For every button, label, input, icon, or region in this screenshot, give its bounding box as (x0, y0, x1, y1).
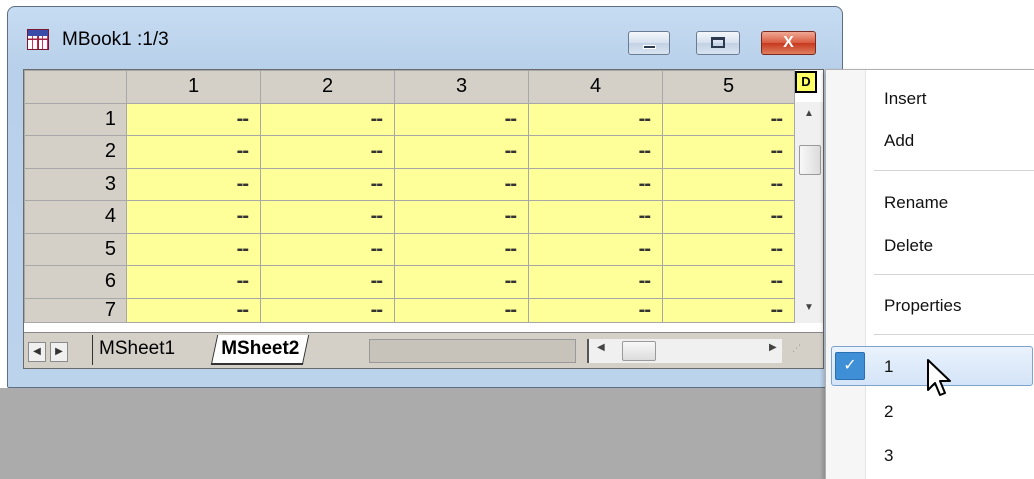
table-row: 4 -- -- -- -- -- (24, 200, 795, 234)
sheet-tab-label: MSheet2 (221, 338, 300, 359)
grid-cell[interactable]: -- (662, 200, 795, 234)
menu-item-sheet-1[interactable]: 1 (884, 357, 893, 377)
vertical-scroll-thumb[interactable] (799, 145, 821, 175)
menu-item-sheet-3[interactable]: 3 (884, 446, 893, 466)
column-header[interactable]: 2 (260, 70, 395, 104)
mouse-cursor-icon (927, 359, 951, 396)
scroll-left-icon[interactable]: ◀ (28, 342, 46, 362)
grid-cell[interactable]: -- (662, 102, 795, 136)
grid-cell[interactable]: -- (260, 102, 395, 136)
grid-cell[interactable]: -- (528, 135, 663, 169)
row-header[interactable]: 7 (24, 297, 127, 323)
scroll-left-icon[interactable]: ◀ (597, 342, 605, 353)
worksheet-grid: 1 2 3 4 5 1 -- -- -- -- -- 2 -- -- -- --… (24, 70, 795, 323)
menu-item-insert[interactable]: Insert (884, 89, 927, 109)
table-row: 7 -- -- -- -- -- (24, 297, 795, 323)
grid-cell[interactable]: -- (394, 265, 529, 299)
vertical-scrollbar[interactable]: ▲ ▼ (795, 102, 823, 323)
menu-item-properties[interactable]: Properties (884, 296, 961, 316)
worksheet-icon (27, 29, 49, 50)
grid-cell[interactable]: -- (126, 232, 261, 266)
grid-cell[interactable]: -- (528, 297, 663, 323)
grid-cell[interactable]: -- (126, 135, 261, 169)
maximize-button[interactable] (696, 31, 740, 55)
grid-cell[interactable]: -- (126, 102, 261, 136)
grid-cell[interactable]: -- (662, 265, 795, 299)
grid-cell[interactable]: -- (260, 200, 395, 234)
row-header[interactable]: 6 (24, 265, 127, 299)
grid-cell[interactable]: -- (528, 265, 663, 299)
row-header[interactable]: 3 (24, 167, 127, 201)
sheet-context-menu: Insert Add Rename Delete Properties ✓ 1 … (825, 69, 1034, 479)
grid-cell[interactable]: -- (260, 167, 395, 201)
menu-item-delete[interactable]: Delete (884, 236, 933, 256)
scroll-right-icon[interactable]: ▶ (50, 342, 68, 362)
check-icon: ✓ (835, 352, 865, 380)
grid-cell[interactable]: -- (528, 167, 663, 201)
close-button[interactable]: X (761, 31, 816, 55)
column-header[interactable]: 4 (528, 70, 663, 104)
sheet-tab-bar: ◀ ▶ MSheet1 MSheet2 ◀ ▶ ⋰ (24, 332, 823, 368)
grid-cell[interactable]: -- (394, 102, 529, 136)
row-header[interactable]: 5 (24, 232, 127, 266)
grid-cell[interactable]: -- (126, 167, 261, 201)
menu-separator (874, 170, 1034, 171)
grid-cell[interactable]: -- (662, 135, 795, 169)
menu-separator (874, 274, 1034, 275)
grid-cell[interactable]: -- (528, 232, 663, 266)
grid-cell[interactable]: -- (126, 297, 261, 323)
column-header[interactable]: 3 (394, 70, 529, 104)
minimize-icon (643, 45, 656, 49)
grid-cell[interactable]: -- (394, 200, 529, 234)
d-button[interactable]: D (795, 71, 817, 93)
scroll-down-icon[interactable]: ▼ (795, 302, 823, 313)
grid-cell[interactable]: -- (394, 135, 529, 169)
grid-cell[interactable]: -- (394, 167, 529, 201)
menu-item-sheet-2[interactable]: 2 (884, 402, 893, 422)
row-header[interactable]: 1 (24, 102, 127, 136)
table-row: 1 -- -- -- -- -- (24, 102, 795, 136)
table-row: 2 -- -- -- -- -- (24, 135, 795, 169)
row-header[interactable]: 2 (24, 135, 127, 169)
grid-cell[interactable]: -- (394, 232, 529, 266)
resize-grip-icon[interactable]: ⋰ (792, 343, 801, 354)
grid-cell[interactable]: -- (126, 200, 261, 234)
menu-item-rename[interactable]: Rename (884, 193, 948, 213)
maximize-icon (711, 37, 725, 48)
column-header[interactable]: 1 (126, 70, 261, 104)
corner-header[interactable] (24, 70, 127, 104)
menu-gutter (826, 70, 866, 479)
close-icon: X (783, 34, 794, 51)
tab-bar-empty-area (369, 339, 576, 363)
horizontal-scroll-thumb[interactable] (622, 341, 656, 361)
grid-cell[interactable]: -- (662, 167, 795, 201)
grid-cell[interactable]: -- (528, 200, 663, 234)
grid-cell[interactable]: -- (662, 297, 795, 323)
table-row: 5 -- -- -- -- -- (24, 232, 795, 266)
sheet-tab-msheet2[interactable]: MSheet2 (210, 335, 310, 365)
scroll-right-icon[interactable]: ▶ (769, 342, 777, 353)
minimize-button[interactable] (628, 31, 670, 55)
grid-cell[interactable]: -- (260, 297, 395, 323)
grid-cell[interactable]: -- (260, 135, 395, 169)
column-header[interactable]: 5 (662, 70, 795, 104)
row-header[interactable]: 4 (24, 200, 127, 234)
grid-cell[interactable]: -- (126, 265, 261, 299)
table-row: 3 -- -- -- -- -- (24, 167, 795, 201)
sheet-tab-msheet1[interactable]: MSheet1 (92, 335, 181, 365)
scroll-up-icon[interactable]: ▲ (795, 108, 823, 119)
grid-cell[interactable]: -- (260, 265, 395, 299)
horizontal-scrollbar[interactable]: ◀ ▶ (587, 339, 782, 363)
grid-cell[interactable]: -- (394, 297, 529, 323)
menu-item-add[interactable]: Add (884, 131, 914, 151)
worksheet-area: 1 2 3 4 5 1 -- -- -- -- -- 2 -- -- -- --… (23, 69, 824, 369)
grid-cell[interactable]: -- (662, 232, 795, 266)
window-title: MBook1 :1/3 (62, 29, 169, 50)
grid-cell[interactable]: -- (528, 102, 663, 136)
menu-separator (874, 334, 1034, 335)
table-row: 6 -- -- -- -- -- (24, 265, 795, 299)
grid-cell[interactable]: -- (260, 232, 395, 266)
